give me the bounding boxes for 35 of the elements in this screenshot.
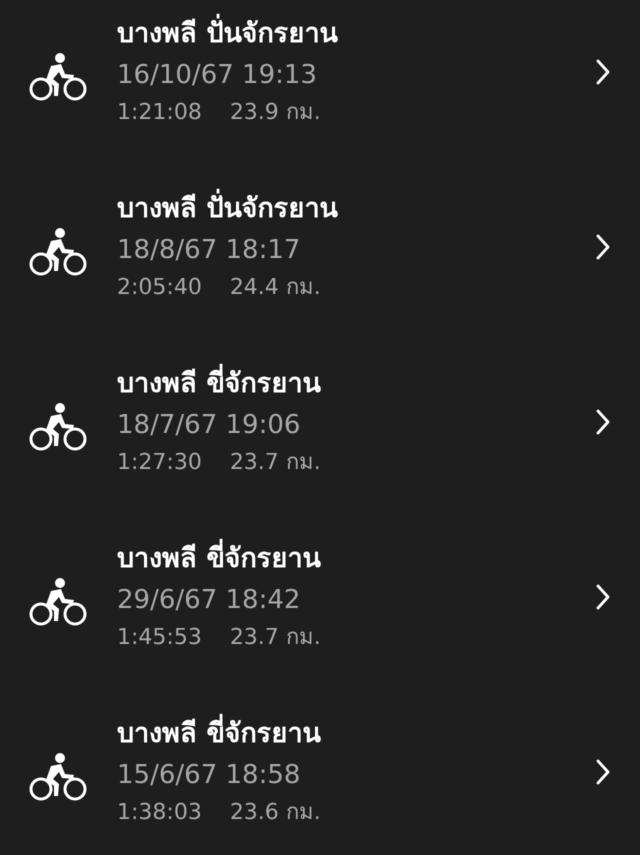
ride-title: บางพลี ขี่จักรยาน bbox=[117, 364, 596, 402]
ride-duration: 1:27:30 bbox=[117, 448, 202, 476]
ride-duration: 1:45:53 bbox=[117, 624, 202, 652]
bicycle-icon bbox=[29, 752, 87, 802]
ride-distance: 24.4 กม. bbox=[230, 274, 321, 302]
ride-distance: 23.9 กม. bbox=[230, 98, 321, 126]
ride-duration: 2:05:40 bbox=[117, 274, 202, 302]
ride-distance: 23.6 กม. bbox=[230, 798, 321, 826]
ride-title: บางพลี ขี่จักรยาน bbox=[117, 540, 596, 578]
bicycle-icon bbox=[29, 52, 87, 102]
ride-row[interactable]: บางพลี ขี่จักรยาน 15/6/67 18:58 1:38:03 23.6 กม. bbox=[0, 684, 640, 855]
ride-date: 18/8/67 18:17 bbox=[117, 234, 302, 266]
ride-row[interactable]: บางพลี ปั่นจักรยาน 18/8/67 18:17 2:05:40 24.4 กม. bbox=[0, 159, 640, 334]
bicycle-icon bbox=[29, 226, 87, 276]
ride-distance: 23.7 กม. bbox=[230, 624, 321, 652]
ride-title: บางพลี ปั่นจักรยาน bbox=[117, 14, 596, 52]
ride-title: บางพลี ปั่นจักรยาน bbox=[117, 190, 596, 228]
ride-distance: 23.7 กม. bbox=[230, 448, 321, 476]
ride-date: 29/6/67 18:42 bbox=[117, 584, 302, 616]
ride-duration: 1:38:03 bbox=[117, 798, 202, 826]
ride-date: 16/10/67 19:13 bbox=[117, 58, 318, 92]
ride-date: 15/6/67 18:58 bbox=[117, 758, 302, 792]
ride-title: บางพลี ขี่จักรยาน bbox=[117, 714, 596, 752]
chevron-icon bbox=[596, 408, 610, 434]
ride-date: 18/7/67 19:06 bbox=[117, 408, 302, 442]
ride-row[interactable]: บางพลี ปั่นจักรยาน 16/10/67 19:13 1:21:08 23.9 กม. bbox=[0, 0, 640, 159]
ride-row[interactable]: บางพลี ขี่จักรยาน 18/7/67 19:06 1:27:30 23.7 กม. bbox=[0, 334, 640, 509]
chevron-icon bbox=[596, 584, 610, 610]
ride-row[interactable]: บางพลี ขี่จักรยาน 29/6/67 18:42 1:45:53 23.7 กม. bbox=[0, 509, 640, 684]
chevron-icon bbox=[596, 58, 610, 84]
chevron-icon bbox=[596, 758, 610, 784]
bicycle-icon bbox=[29, 402, 87, 452]
ride-duration: 1:21:08 bbox=[117, 98, 202, 126]
bicycle-icon bbox=[29, 576, 87, 626]
chevron-icon bbox=[596, 234, 610, 260]
